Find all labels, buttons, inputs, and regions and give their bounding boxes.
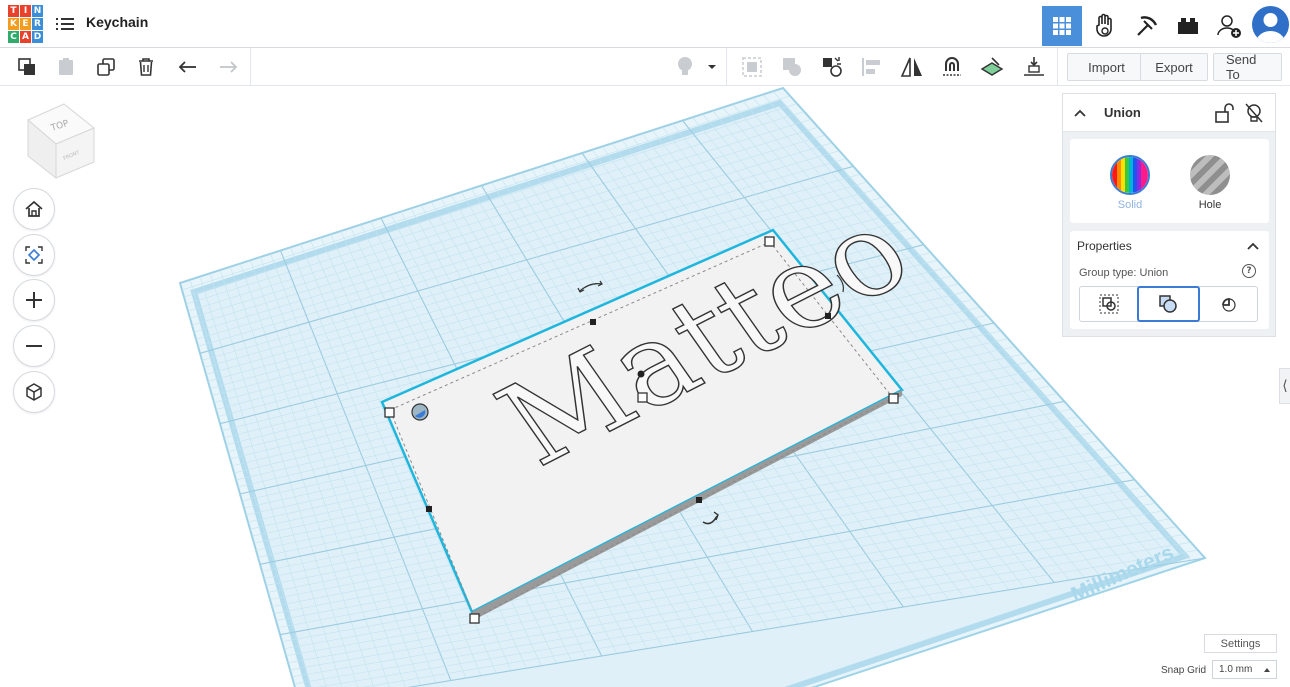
chevron-up-icon[interactable] [1073,106,1087,120]
hull-option[interactable] [1080,287,1138,321]
tinkercad-logo[interactable]: TIN KER CAD [8,5,44,44]
hole-swatch[interactable] [1190,155,1230,195]
export-button[interactable]: Export [1140,53,1208,81]
intersect-icon [1221,298,1236,312]
user-avatar[interactable] [1252,6,1289,43]
view-cube[interactable]: TOP FRONT [22,100,98,180]
paste-icon [52,53,80,81]
cube-icon [26,383,42,401]
fit-view-button[interactable] [13,234,55,276]
group-icon [778,53,806,81]
logo-letter: C [8,31,19,43]
top-bar: TIN KER CAD Keychain [0,0,1290,48]
group-type-label: Group type: Union [1079,267,1169,279]
drop-icon[interactable] [1020,53,1048,81]
chevron-up-icon[interactable] [1246,239,1260,253]
show-all-icon [738,53,766,81]
logo-letter: R [32,18,43,30]
mirror-icon[interactable] [898,53,926,81]
logo-letter: K [8,18,19,30]
tinkercad-editor: TIN KER CAD Keychain Import Export Send To… [0,0,1290,687]
unlock-icon[interactable] [1213,102,1235,124]
design-menu-icon[interactable] [56,15,74,33]
cruise-icon[interactable] [938,53,966,81]
properties-title: Properties [1077,239,1132,253]
hull-icon [1099,294,1119,314]
home-view-button[interactable] [13,188,55,230]
minus-icon [26,345,42,347]
snap-grid-select[interactable]: 1.0 mm [1212,660,1277,679]
zoom-in-button[interactable] [13,279,55,321]
copy-icon[interactable] [13,53,41,81]
design-title[interactable]: Keychain [86,14,148,30]
solid-hole-selector: Solid Hole [1070,139,1269,223]
undo-icon[interactable] [174,53,202,81]
delete-icon[interactable] [132,53,160,81]
snap-grid-label: Snap Grid [1161,665,1207,676]
properties-section: Properties Group type: Union ? [1070,231,1269,329]
ungroup-icon[interactable] [818,53,846,81]
logo-letter: T [8,5,19,17]
zoom-out-button[interactable] [13,325,55,367]
hole-label: Hole [1198,199,1222,211]
solid-label: Solid [1117,199,1143,211]
logo-letter: E [20,18,31,30]
logo-letter: N [32,5,43,17]
fit-view-icon [25,246,43,264]
shape-name[interactable]: Union [1104,105,1141,120]
duplicate-icon[interactable] [92,53,120,81]
logo-letter: I [20,5,31,17]
import-button[interactable]: Import [1067,53,1146,81]
sim-lab-icon[interactable] [1085,6,1125,46]
pickaxe-icon[interactable] [1127,6,1167,46]
home-icon [25,200,43,217]
add-user-icon[interactable] [1209,6,1249,46]
workplane-icon[interactable] [978,53,1006,81]
plus-icon [26,292,42,308]
align-icon [858,53,886,81]
group-type-selector [1079,286,1258,322]
edit-toolbar: Import Export Send To [0,48,1290,86]
show-hide-icon [671,53,699,81]
brick-icon[interactable] [1168,6,1208,46]
shape-inspector: Union Solid Hole Properties Group type: … [1062,93,1276,337]
union-option[interactable] [1137,286,1200,322]
solid-swatch[interactable] [1110,155,1150,195]
send-to-button[interactable]: Send To [1213,52,1282,82]
dropdown-icon[interactable] [703,53,721,81]
perspective-button[interactable] [13,371,55,413]
hide-bulb-icon[interactable] [1243,102,1265,124]
redo-icon [214,53,242,81]
snap-grid-value: 1.0 mm [1219,664,1253,675]
logo-letter: D [32,31,43,43]
intersect-option[interactable] [1199,287,1257,321]
grid-view-icon[interactable] [1042,6,1082,46]
help-icon[interactable]: ? [1242,264,1256,278]
logo-letter: A [20,31,31,43]
union-icon [1159,295,1178,313]
inspector-header: Union [1063,94,1275,132]
panel-collapse-toggle[interactable]: ⟨ [1279,368,1290,404]
settings-button[interactable]: Settings [1204,634,1277,653]
